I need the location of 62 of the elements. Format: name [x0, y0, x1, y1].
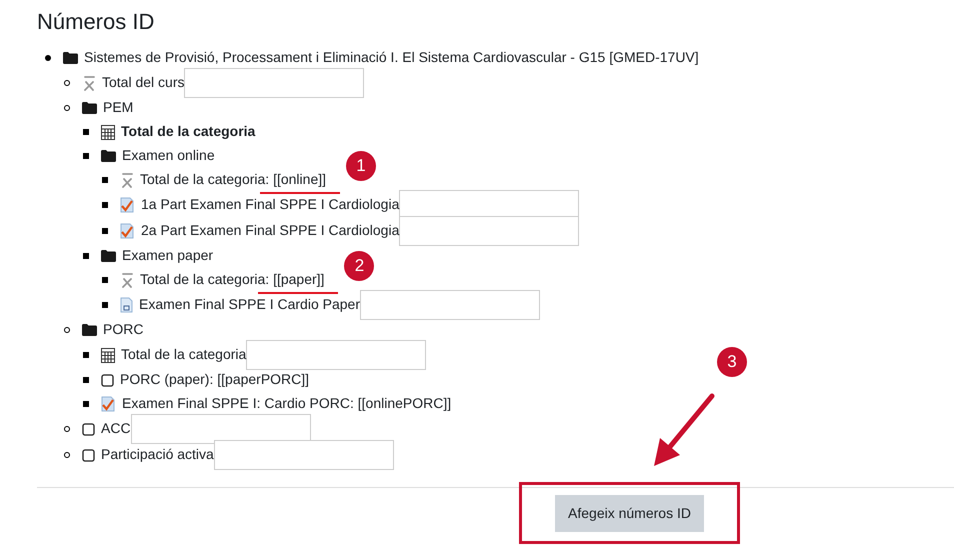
- mean-icon: [120, 172, 134, 188]
- bullet: [64, 80, 70, 86]
- checked-document-icon: [120, 223, 135, 239]
- calculator-icon: [101, 124, 115, 140]
- item-label: Total de la categoria: [[online]]: [140, 171, 326, 187]
- id-input-field[interactable]: [399, 216, 580, 246]
- item-label: Examen paper: [122, 247, 214, 263]
- item-label: Examen online: [122, 147, 215, 163]
- number-badge: 2: [344, 251, 374, 281]
- checkbox-icon: [101, 374, 114, 386]
- bullet: [64, 105, 70, 111]
- folder-icon: [101, 150, 116, 162]
- item-label: Total de la categoria: [121, 123, 256, 139]
- number-badge: 1: [346, 151, 376, 181]
- bullet: [83, 153, 89, 159]
- checkbox-icon: [82, 448, 95, 462]
- bullet: [64, 452, 70, 458]
- id-input-field[interactable]: [360, 290, 540, 320]
- id-input-field[interactable]: [214, 440, 394, 470]
- item-label: PORC: [103, 321, 144, 337]
- item-label: 1a Part Examen Final SPPE I Cardiologia: [141, 196, 400, 212]
- bullet: [102, 302, 108, 308]
- bullet: [102, 177, 108, 183]
- item-label: Examen Final SPPE I Cardio Paper: [139, 296, 360, 312]
- number-badge: 3: [717, 347, 747, 377]
- bullet: [64, 426, 70, 432]
- bullet: [83, 377, 89, 383]
- item-label: Total de la categoria: [121, 346, 246, 362]
- bullet: [83, 352, 89, 358]
- bullet: [83, 401, 89, 407]
- calculator-icon: [101, 348, 115, 362]
- bullet: [102, 228, 108, 234]
- mean-icon: [120, 272, 134, 288]
- bullet: [64, 327, 70, 333]
- mean-icon: [82, 75, 96, 91]
- id-input-field[interactable]: [184, 68, 364, 98]
- item-label: Participació activa: [101, 446, 214, 462]
- id-input-field[interactable]: [246, 340, 426, 370]
- item-label: Total de la categoria: [[paper]]: [140, 271, 324, 287]
- checkbox-icon: [82, 422, 95, 436]
- bullet: [83, 253, 89, 259]
- bullet: [83, 129, 89, 135]
- checked-document-icon: [120, 197, 135, 213]
- folder-icon: [101, 250, 116, 262]
- item-label: PORC (paper): [[paperPORC]]: [120, 371, 310, 387]
- folder-icon: [82, 102, 97, 114]
- checked-document-icon: [101, 396, 116, 412]
- id-input-field[interactable]: [130, 414, 311, 444]
- item-label: Total del curs: [102, 74, 184, 90]
- item-label: Sistemes de Provisió, Processament i Eliminació I. El Sistema Cardiovascular - G15 [GMED-17UV]: [84, 49, 699, 65]
- item-label: Examen Final SPPE I: Cardio PORC: [[onlinePORC]]: [122, 395, 452, 411]
- folder-icon: [63, 52, 78, 64]
- item-label: PEM: [103, 99, 134, 115]
- document-icon: [120, 297, 133, 313]
- item-label: 2a Part Examen Final SPPE I Cardiologia: [141, 222, 400, 238]
- bullet: [45, 55, 51, 61]
- item-label: ACC: [101, 420, 131, 436]
- add-ids-button[interactable]: Afegeix números ID: [555, 494, 704, 532]
- bullet: [102, 277, 108, 283]
- page-title: Números ID: [37, 8, 156, 36]
- folder-icon: [82, 324, 97, 336]
- bullet: [102, 202, 108, 208]
